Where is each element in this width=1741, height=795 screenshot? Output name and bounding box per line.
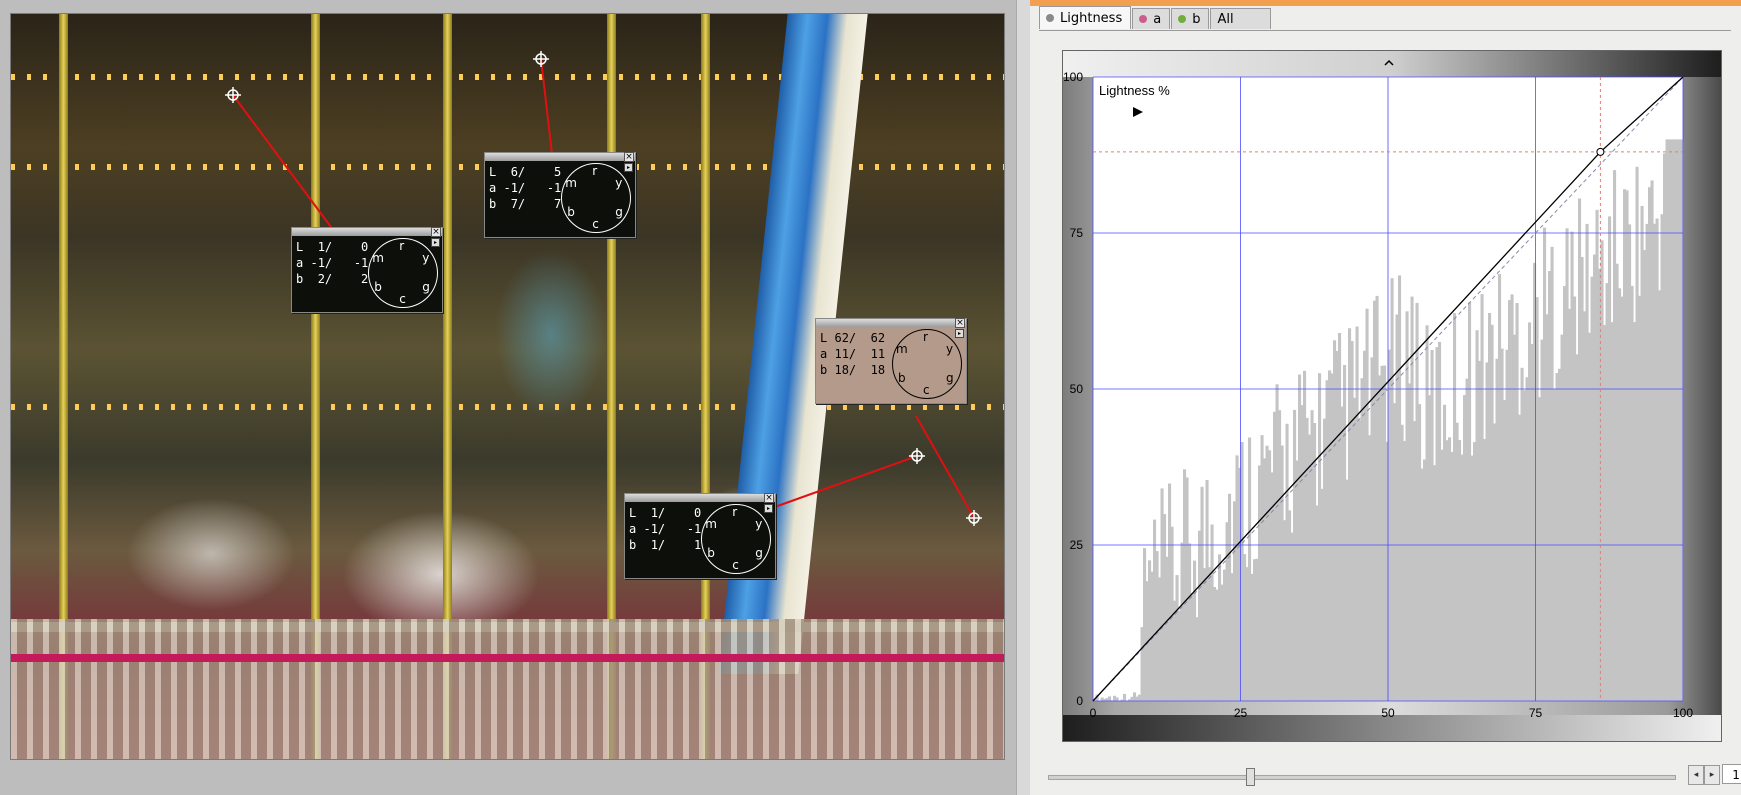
sampler-titlebar[interactable]: ×: [292, 227, 442, 237]
close-icon[interactable]: ×: [955, 318, 965, 328]
sampler-target-icon: [968, 512, 980, 524]
x-tick-label: 75: [1529, 706, 1543, 720]
carousel-lights: [11, 404, 1004, 410]
y-tick-labels: 0 25 50 75 100: [1063, 70, 1083, 708]
color-sampler-3[interactable]: × ▸ L 62/ 62 a 11/ 11 b 18/ 18 r y g c b…: [815, 318, 967, 404]
tab-underline: [1039, 30, 1731, 31]
sampler-target-icon: [227, 89, 239, 101]
curve-editor[interactable]: 0 25 50 75 100 0 25 50 75 100 Lightness %: [1062, 50, 1722, 742]
sampler-values: L 1/ 0 a -1/ -1 b 2/ 2: [296, 240, 369, 286]
zoom-value-field[interactable]: 1.00: [1722, 764, 1741, 784]
color-sampler-4[interactable]: × ▸ L 1/ 0 a -1/ -1 b 1/ 1 r y g c b m: [624, 493, 776, 579]
sampler-titlebar[interactable]: ×: [816, 318, 966, 328]
tab-all[interactable]: All: [1210, 8, 1271, 29]
x-tick-label: 0: [1090, 706, 1097, 720]
x-tick-label: 100: [1673, 706, 1693, 720]
tab-label: b: [1192, 11, 1201, 27]
sampler-menu-icon[interactable]: ▸: [431, 238, 440, 247]
panel-splitter[interactable]: [1016, 0, 1031, 795]
hue-dial-icon: r y g c b m: [561, 163, 631, 233]
x-tick-label: 50: [1381, 706, 1395, 720]
x-tick-labels: 0 25 50 75 100: [1090, 706, 1694, 720]
y-tick-label: 50: [1070, 382, 1084, 396]
tab-label: All: [1217, 11, 1234, 27]
hue-dial-icon: r y g c b m: [892, 329, 962, 399]
close-icon[interactable]: ×: [764, 493, 774, 503]
fence-rail: [11, 654, 1004, 662]
sampler-target-icon: [535, 53, 547, 65]
histogram-bar: [1115, 697, 1119, 701]
sampler-menu-icon[interactable]: ▸: [624, 163, 633, 172]
sampler-values: L 6/ 5 a -1/ -1 b 7/ 7: [489, 165, 562, 211]
x-tick-label: 25: [1234, 706, 1248, 720]
zoom-slider-track[interactable]: [1048, 775, 1676, 780]
y-tick-label: 100: [1063, 70, 1083, 84]
channel-tabs: Lightness a b All: [1039, 6, 1272, 30]
chart-title: Lightness %: [1099, 83, 1170, 98]
histogram-bar: [1123, 693, 1127, 701]
sampler-titlebar[interactable]: ×: [625, 493, 775, 503]
tab-label: a: [1153, 11, 1162, 27]
sampler-target-icon: [911, 450, 923, 462]
curve-control-point: [1596, 147, 1605, 156]
a-channel-dot-icon: [1139, 15, 1148, 23]
b-channel-dot-icon: [1178, 15, 1187, 23]
y-tick-label: 0: [1076, 694, 1083, 708]
sampler-values: L 62/ 62 a 11/ 11 b 18/ 18: [820, 331, 886, 377]
y-tick-label: 25: [1070, 538, 1084, 552]
sampler-values: L 1/ 0 a -1/ -1 b 1/ 1: [629, 506, 702, 552]
curve-chart[interactable]: 0 25 50 75 100 0 25 50 75 100 Lightness %: [1063, 51, 1721, 741]
hue-dial-icon: r y g c b m: [701, 504, 771, 574]
sampler-titlebar[interactable]: ×: [485, 152, 635, 162]
chevron-right-icon[interactable]: ▸: [1704, 765, 1720, 785]
y-tick-label: 75: [1070, 226, 1084, 240]
curves-panel: Lightness a b All 0 25 50 75 100 0 25 50 75 100 …: [1030, 0, 1741, 795]
hue-dial-icon: r y g c b m: [368, 238, 438, 308]
close-icon[interactable]: ×: [431, 227, 441, 237]
color-sampler-1[interactable]: × ▸ L 1/ 0 a -1/ -1 b 2/ 2 r y g c b m: [291, 227, 443, 313]
fence: [11, 619, 1004, 759]
panel-accent-strip: [1030, 0, 1741, 6]
close-icon[interactable]: ×: [624, 152, 634, 162]
tab-lightness[interactable]: Lightness: [1039, 6, 1132, 29]
sampler-menu-icon[interactable]: ▸: [764, 504, 773, 513]
lightness-dot-icon: [1046, 14, 1054, 22]
tab-label: Lightness: [1060, 10, 1123, 26]
chevron-up-icon: [1384, 59, 1394, 66]
zoom-slider-thumb[interactable]: [1246, 768, 1255, 786]
color-sampler-2[interactable]: × ▸ L 6/ 5 a -1/ -1 b 7/ 7 r y g c b m: [484, 152, 636, 238]
chevron-left-icon[interactable]: ◂: [1688, 765, 1704, 785]
tab-a[interactable]: a: [1132, 8, 1171, 29]
tab-b[interactable]: b: [1171, 8, 1210, 29]
sampler-menu-icon[interactable]: ▸: [955, 329, 964, 338]
